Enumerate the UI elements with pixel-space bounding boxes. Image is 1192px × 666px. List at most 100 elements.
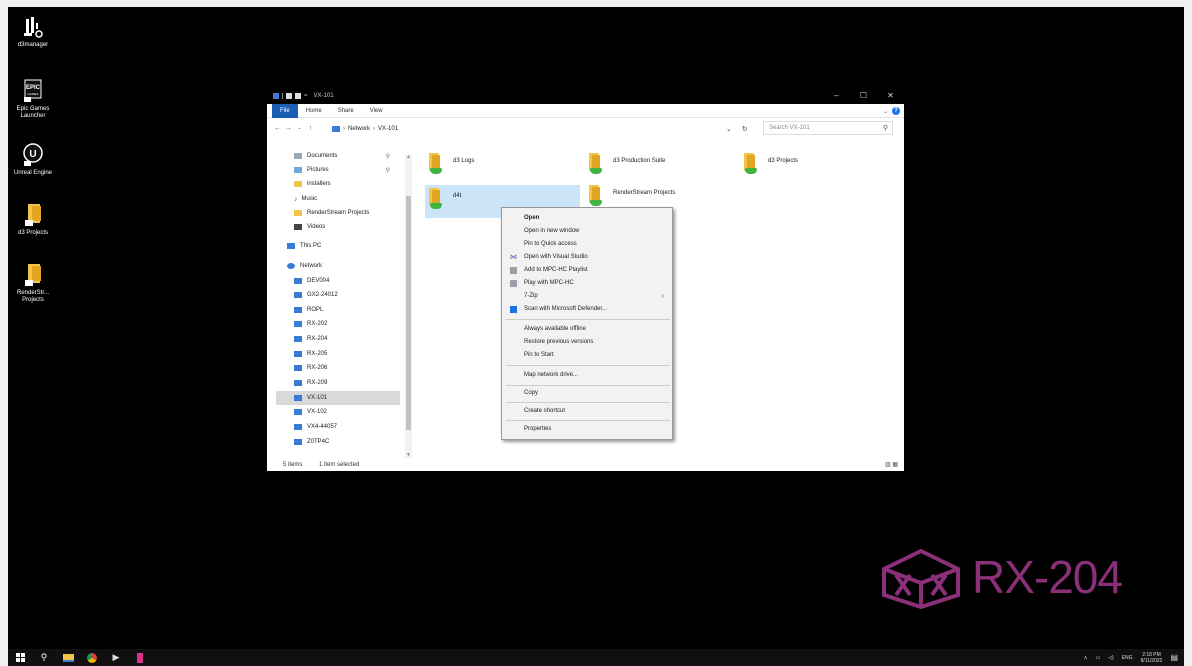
computer-icon — [273, 92, 279, 99]
menu-item-label: Open — [524, 215, 540, 221]
title-bar[interactable]: = VX-101 – ☐ ✕ — [267, 87, 904, 104]
forward-icon[interactable]: → — [283, 125, 294, 132]
folder-item[interactable]: d3 Production Suite — [587, 153, 732, 183]
navigation-pane-scrollbar[interactable]: ▲ ▼ — [405, 154, 412, 458]
desktop-icon-unreal-engine[interactable]: U Unreal Engine — [8, 143, 58, 177]
nav-item-rx-209[interactable]: RX-209 — [276, 376, 400, 390]
menu-item-add-mpc-playlist[interactable]: Add to MPC-HC Playlist — [502, 264, 672, 277]
menu-item-open[interactable]: Open — [502, 212, 672, 225]
menu-item-label: Copy — [524, 390, 539, 396]
tab-file[interactable]: File — [272, 103, 298, 118]
nav-item-ropl[interactable]: ROPL — [276, 303, 400, 317]
nav-item-vx-101[interactable]: VX-101 — [276, 391, 400, 405]
selection-count: 1 item selected — [319, 462, 360, 468]
breadcrumb-network[interactable]: Network — [348, 126, 370, 132]
folder-icon — [294, 181, 302, 187]
taskbar-terminal[interactable]: ▶ — [104, 649, 128, 666]
menu-separator — [506, 319, 670, 320]
nav-item-music[interactable]: ♪ Music — [276, 192, 400, 206]
view-toggle-icons[interactable]: ▥ ▦ — [885, 461, 898, 468]
nav-item-label: GX2-24012 — [307, 292, 338, 298]
back-icon[interactable]: ← — [272, 125, 283, 132]
address-dropdown-icon[interactable]: ⌄ — [726, 125, 732, 133]
item-count: 5 items — [283, 462, 303, 468]
clock[interactable]: 2:18 PM 8/11/2022 — [1141, 652, 1163, 664]
tray-overflow-icon[interactable]: ∧ — [1084, 655, 1088, 661]
start-button[interactable] — [8, 649, 32, 666]
menu-item-always-offline[interactable]: Always available offline — [502, 323, 672, 336]
pin-icon: ⚲ — [385, 167, 390, 174]
context-menu: Open Open in new window Pin to Quick acc… — [501, 207, 673, 440]
tab-home[interactable]: Home — [298, 104, 330, 118]
desktop-icon-epic-games[interactable]: EPIC GAMES Epic Games Launcher — [8, 79, 58, 120]
nav-item-rx-202[interactable]: RX-202 — [276, 317, 400, 331]
properties-icon[interactable] — [286, 92, 292, 99]
search-placeholder: Search VX-101 — [769, 125, 810, 131]
desktop-icon-renderstream-projects[interactable]: RenderStr... Projects — [8, 263, 58, 304]
search-button[interactable]: ⚲ — [32, 649, 56, 666]
nav-item-rx-206[interactable]: RX-206 — [276, 361, 400, 375]
scroll-down-icon[interactable]: ▼ — [405, 452, 412, 458]
minimize-button[interactable]: – — [823, 87, 850, 104]
scrollbar-thumb[interactable] — [406, 196, 411, 430]
volume-icon[interactable]: ◁) — [1108, 655, 1114, 661]
taskbar-file-explorer[interactable] — [56, 649, 80, 666]
scroll-up-icon[interactable]: ▲ — [405, 154, 412, 160]
menu-item-restore-versions[interactable]: Restore previous versions — [502, 336, 672, 349]
menu-item-pin-quick-access[interactable]: Pin to Quick access — [502, 238, 672, 251]
menu-item-7zip[interactable]: 7-Zip › — [502, 290, 672, 303]
up-icon[interactable]: ↑ — [305, 125, 316, 132]
refresh-icon[interactable]: ↻ — [742, 125, 748, 133]
folder-name: d3 Logs — [453, 158, 475, 164]
customize-dropdown-icon[interactable]: = — [304, 93, 308, 99]
menu-item-create-shortcut[interactable]: Create shortcut — [502, 405, 672, 418]
nav-item-z0tp4c[interactable]: Z0TP4C — [276, 435, 400, 449]
tab-share[interactable]: Share — [330, 104, 362, 118]
network-status-icon[interactable]: ▭ — [1095, 655, 1100, 661]
nav-item-installers[interactable]: installers — [276, 177, 400, 191]
clock-time: 2:18 PM — [1142, 651, 1161, 658]
menu-item-pin-start[interactable]: Pin to Start — [502, 349, 672, 362]
nav-item-this-pc[interactable]: This PC — [276, 239, 400, 253]
close-button[interactable]: ✕ — [877, 87, 904, 104]
desktop-icon-d3manager[interactable]: d3manager — [8, 15, 58, 49]
new-folder-icon[interactable] — [295, 92, 301, 99]
language-indicator[interactable]: ENG — [1122, 655, 1133, 661]
notification-icon[interactable]: ▤ — [1170, 653, 1178, 662]
menu-item-open-new-window[interactable]: Open in new window — [502, 225, 672, 238]
videos-icon — [294, 224, 302, 230]
desktop-icon-d3-projects[interactable]: d3 Projects — [8, 203, 58, 237]
nav-item-rx-205[interactable]: RX-205 — [276, 347, 400, 361]
folder-item[interactable]: d3 Projects — [742, 153, 882, 183]
taskbar-chrome[interactable] — [80, 649, 104, 666]
nav-item-network[interactable]: Network — [276, 259, 400, 273]
breadcrumb-current[interactable]: VX-101 — [378, 126, 398, 132]
nav-item-vx-102[interactable]: VX-102 — [276, 405, 400, 419]
svg-text:GAMES: GAMES — [28, 92, 39, 96]
nav-item-pictures[interactable]: Pictures ⚲ — [276, 163, 400, 177]
maximize-button[interactable]: ☐ — [850, 87, 877, 104]
nav-item-renderstream-projects[interactable]: RenderStream Projects — [276, 206, 400, 220]
nav-item-documents[interactable]: Documents ⚲ — [276, 149, 400, 163]
taskbar-app[interactable] — [128, 649, 152, 666]
menu-item-play-mpc[interactable]: Play with MPC-HC — [502, 277, 672, 290]
nav-item-gx2-24012[interactable]: GX2-24012 — [276, 288, 400, 302]
menu-item-map-network-drive[interactable]: Map network drive... — [502, 369, 672, 382]
help-icon[interactable]: ? — [892, 107, 900, 115]
expand-ribbon-icon[interactable]: ⌄ — [883, 108, 888, 115]
nav-item-dev004[interactable]: DEV004 — [276, 274, 400, 288]
nav-item-videos[interactable]: Videos — [276, 220, 400, 234]
recent-locations-icon[interactable]: ⌄ — [294, 125, 305, 131]
menu-item-scan-defender[interactable]: Scan with Microsoft Defender... — [502, 303, 672, 316]
nav-item-vx4-44057[interactable]: VX4-44057 — [276, 420, 400, 434]
menu-item-open-visual-studio[interactable]: ⋈ Open with Visual Studio — [502, 251, 672, 264]
menu-item-properties[interactable]: Properties — [502, 423, 672, 436]
address-bar[interactable]: › Network › VX-101 — [331, 122, 738, 135]
nav-item-rx-204[interactable]: RX-204 — [276, 332, 400, 346]
search-input[interactable]: Search VX-101 ⚲ — [763, 121, 893, 135]
computer-icon — [294, 409, 302, 415]
tab-view[interactable]: View — [362, 104, 391, 118]
folder-item[interactable]: d3 Logs — [427, 153, 572, 183]
nav-item-label: installers — [307, 181, 331, 187]
menu-item-copy[interactable]: Copy — [502, 387, 672, 400]
